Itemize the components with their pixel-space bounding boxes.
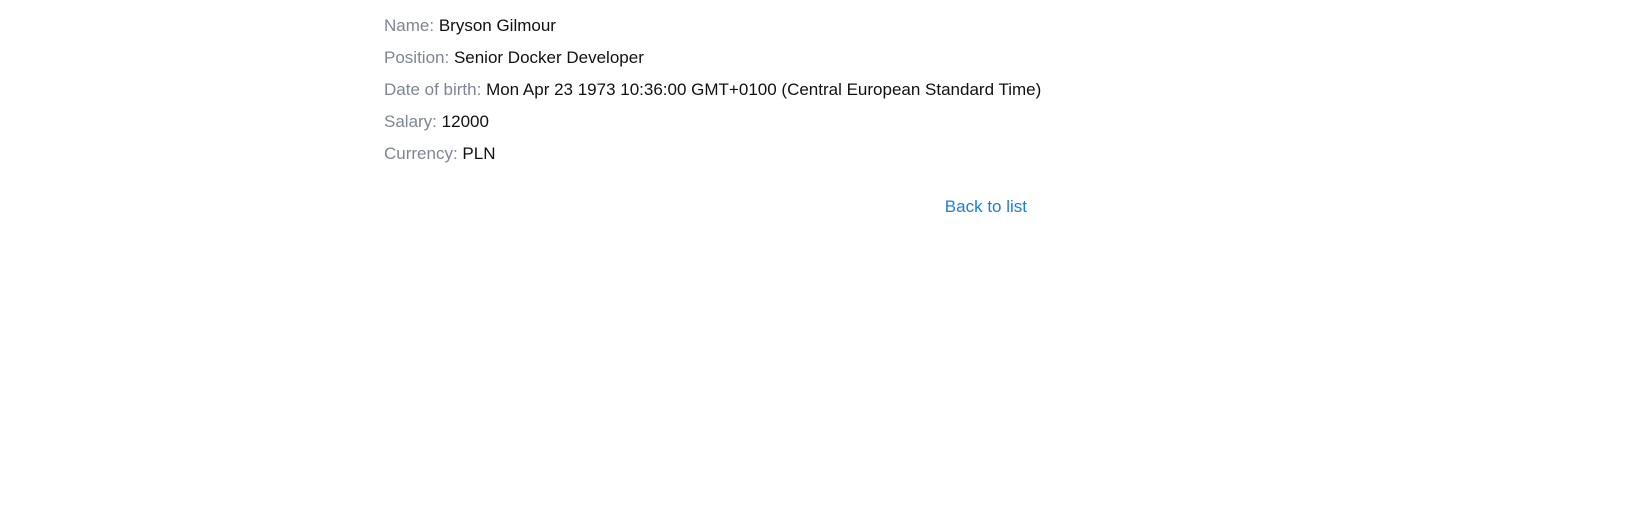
salary-value: 12000 [441,112,489,131]
position-value: Senior Docker Developer [453,48,644,67]
name-row: Name: Bryson Gilmour [384,14,1027,46]
position-row: Position: Senior Docker Developer [384,46,1027,78]
salary-row: Salary: 12000 [384,110,1027,142]
currency-value: PLN [462,144,496,163]
dob-label: Date of birth: [384,80,482,99]
dob-value: Mon Apr 23 1973 10:36:00 GMT+0100 (Centr… [486,80,1042,99]
employee-details: Name: Bryson Gilmour Position: Senior Do… [384,14,1041,174]
detail-actions: Back to list [384,195,1027,219]
name-value: Bryson Gilmour [438,16,556,35]
position-label: Position: [384,48,450,67]
currency-label: Currency: [384,144,458,163]
dob-row: Date of birth: Mon Apr 23 1973 10:36:00 … [384,78,1041,110]
back-to-list-link[interactable]: Back to list [945,197,1027,216]
name-label: Name: [384,16,435,35]
salary-label: Salary: [384,112,437,131]
currency-row: Currency: PLN [384,142,1027,174]
